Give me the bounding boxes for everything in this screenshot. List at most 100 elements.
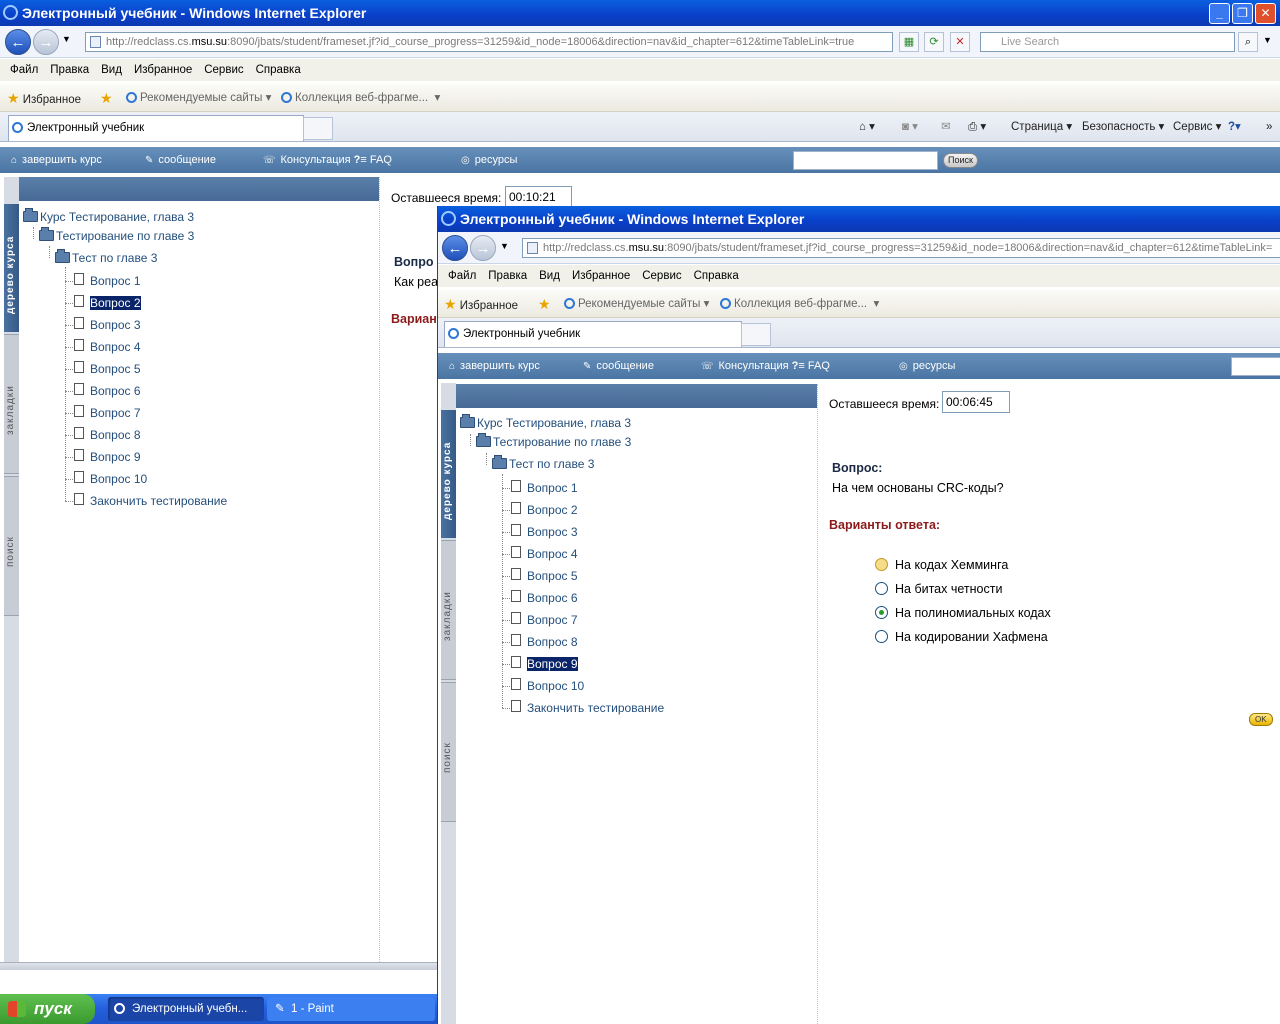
menu-tools[interactable]: Сервис bbox=[636, 265, 687, 287]
tree-question-10[interactable]: Вопрос 10 bbox=[74, 471, 147, 487]
maximize-button[interactable]: ❐ bbox=[1232, 3, 1253, 24]
answer-option-2[interactable]: На битах четности bbox=[875, 581, 1002, 597]
print-icon[interactable]: ⎙ ▾ bbox=[968, 112, 986, 142]
tab-electronic-textbook[interactable]: Электронный учебник bbox=[444, 321, 742, 347]
consultation-button[interactable]: ☏ Консультация ?≡ FAQ bbox=[263, 147, 392, 174]
ok-button[interactable]: OK bbox=[1249, 713, 1273, 726]
tree-question-4[interactable]: Вопрос 4 bbox=[511, 546, 578, 562]
menu-favorites[interactable]: Избранное bbox=[128, 59, 198, 81]
tab-electronic-textbook[interactable]: Электронный учебник bbox=[8, 115, 304, 141]
url-field[interactable]: http://redclass.cs.msu.su:8090/jbats/stu… bbox=[85, 32, 893, 52]
answer-option-4[interactable]: На кодировании Хафмена bbox=[875, 629, 1048, 645]
tree-question-10[interactable]: Вопрос 10 bbox=[511, 678, 584, 694]
menu-favorites[interactable]: Избранное bbox=[566, 265, 636, 287]
web-slice-gallery-link[interactable]: Коллекция веб-фрагме... ▾ bbox=[281, 84, 440, 112]
tree-question-1[interactable]: Вопрос 1 bbox=[511, 480, 578, 496]
tab-course-tree[interactable]: дерево курса bbox=[4, 204, 19, 332]
radio-button[interactable] bbox=[875, 582, 888, 595]
end-course-button[interactable]: ⌂ завершить курс bbox=[449, 353, 540, 380]
radio-button[interactable] bbox=[875, 606, 888, 619]
tab-bookmarks[interactable]: закладки bbox=[441, 540, 456, 680]
suggested-sites-link[interactable]: Рекомендуемые сайты ▾ bbox=[564, 290, 709, 318]
tree-question-7[interactable]: Вопрос 7 bbox=[511, 612, 578, 628]
message-button[interactable]: ✎ сообщение bbox=[145, 147, 216, 174]
tree-question-6[interactable]: Вопрос 6 bbox=[74, 383, 141, 399]
home-icon[interactable]: ⌂ ▾ bbox=[859, 112, 875, 142]
compat-view-icon[interactable]: ▦ bbox=[899, 32, 919, 52]
tree-question-1[interactable]: Вопрос 1 bbox=[74, 273, 141, 289]
history-chevron-icon[interactable]: ▼ bbox=[62, 34, 71, 44]
tree-question-5[interactable]: Вопрос 5 bbox=[74, 361, 141, 377]
resources-button[interactable]: ◎ ресурсы bbox=[461, 147, 517, 174]
tree-question-3[interactable]: Вопрос 3 bbox=[74, 317, 141, 333]
tree-section[interactable]: Тестирование по главе 3 bbox=[39, 227, 194, 244]
minimize-button[interactable]: _ bbox=[1209, 3, 1230, 24]
refresh-icon[interactable]: ⟳ bbox=[924, 32, 944, 52]
tree-question-8[interactable]: Вопрос 8 bbox=[74, 427, 141, 443]
web-slice-gallery-link[interactable]: Коллекция веб-фрагме... ▾ bbox=[720, 290, 879, 318]
menu-edit[interactable]: Правка bbox=[482, 265, 533, 287]
menu-view[interactable]: Вид bbox=[95, 59, 128, 81]
tree-section[interactable]: Тестирование по главе 3 bbox=[476, 433, 631, 450]
favorites-button[interactable]: ★ Избранное bbox=[444, 290, 518, 320]
new-tab-button[interactable] bbox=[741, 323, 771, 346]
menu-file[interactable]: Файл bbox=[442, 265, 482, 287]
mail-icon[interactable]: ✉ bbox=[941, 112, 951, 142]
menu-file[interactable]: Файл bbox=[4, 59, 44, 81]
tree-course[interactable]: Курс Тестирование, глава 3 bbox=[460, 414, 631, 431]
add-favorite-icon[interactable]: ★ bbox=[538, 290, 551, 320]
window-titlebar[interactable]: Электронный учебник - Windows Internet E… bbox=[438, 206, 1280, 232]
message-button[interactable]: ✎ сообщение bbox=[583, 353, 654, 380]
tree-course[interactable]: Курс Тестирование, глава 3 bbox=[23, 208, 194, 225]
url-field[interactable]: http://redclass.cs.msu.su:8090/jbats/stu… bbox=[522, 238, 1280, 258]
safety-menu[interactable]: Безопасность ▾ bbox=[1082, 112, 1164, 142]
forward-icon[interactable]: → bbox=[470, 235, 496, 261]
tree-question-4[interactable]: Вопрос 4 bbox=[74, 339, 141, 355]
search-icon[interactable]: ⌕ bbox=[1238, 32, 1258, 52]
back-icon[interactable]: ← bbox=[5, 29, 31, 55]
tree-question-9[interactable]: Вопрос 9 bbox=[74, 449, 141, 465]
help-icon[interactable]: ?▾ bbox=[1228, 112, 1241, 142]
history-chevron-icon[interactable]: ▼ bbox=[500, 241, 509, 251]
tree-question-2[interactable]: Вопрос 2 bbox=[74, 295, 142, 311]
horizontal-scrollbar[interactable] bbox=[0, 962, 437, 970]
back-icon[interactable]: ← bbox=[442, 235, 468, 261]
taskbar-item-browser[interactable]: Электронный учебн... bbox=[108, 997, 264, 1021]
tools-menu[interactable]: Сервис ▾ bbox=[1173, 112, 1221, 142]
tree-finish-test[interactable]: Закончить тестирование bbox=[74, 493, 227, 509]
tree-question-6[interactable]: Вопрос 6 bbox=[511, 590, 578, 606]
tree-test[interactable]: Тест по главе 3 bbox=[55, 249, 157, 266]
menu-help[interactable]: Справка bbox=[250, 59, 307, 81]
tab-course-tree[interactable]: дерево курса bbox=[441, 410, 456, 538]
forward-icon[interactable]: → bbox=[33, 29, 59, 55]
tab-bookmarks[interactable]: закладки bbox=[4, 334, 19, 474]
menu-help[interactable]: Справка bbox=[688, 265, 745, 287]
tree-question-3[interactable]: Вопрос 3 bbox=[511, 524, 578, 540]
favorites-button[interactable]: ★ Избранное bbox=[7, 84, 81, 114]
radio-button[interactable] bbox=[875, 630, 888, 643]
menu-edit[interactable]: Правка bbox=[44, 59, 95, 81]
feeds-icon[interactable]: ◙ ▾ bbox=[902, 112, 918, 142]
start-button[interactable]: пуск bbox=[0, 994, 95, 1024]
live-search-input[interactable]: Live Search bbox=[980, 32, 1235, 52]
window-titlebar[interactable]: Электронный учебник - Windows Internet E… bbox=[0, 0, 1280, 26]
radio-button[interactable] bbox=[875, 558, 888, 571]
tab-search[interactable]: поиск bbox=[4, 476, 19, 616]
menu-tools[interactable]: Сервис bbox=[198, 59, 249, 81]
tree-question-7[interactable]: Вопрос 7 bbox=[74, 405, 141, 421]
tree-question-8[interactable]: Вопрос 8 bbox=[511, 634, 578, 650]
tab-search[interactable]: поиск bbox=[441, 682, 456, 822]
more-commands-icon[interactable]: » bbox=[1266, 112, 1272, 142]
tree-question-2[interactable]: Вопрос 2 bbox=[511, 502, 578, 518]
tree-question-9[interactable]: Вопрос 9 bbox=[511, 656, 579, 672]
add-favorite-icon[interactable]: ★ bbox=[100, 84, 113, 114]
end-course-button[interactable]: ⌂ завершить курс bbox=[11, 147, 102, 174]
consultation-button[interactable]: ☏ Консультация ?≡ FAQ bbox=[701, 353, 830, 380]
resources-button[interactable]: ◎ ресурсы bbox=[899, 353, 955, 380]
tree-question-5[interactable]: Вопрос 5 bbox=[511, 568, 578, 584]
suggested-sites-link[interactable]: Рекомендуемые сайты ▾ bbox=[126, 84, 271, 112]
search-options-chevron-icon[interactable]: ▼ bbox=[1263, 35, 1272, 45]
tree-test[interactable]: Тест по главе 3 bbox=[492, 455, 594, 472]
answer-option-1[interactable]: На кодах Хемминга bbox=[875, 557, 1008, 573]
tree-finish-test[interactable]: Закончить тестирование bbox=[511, 700, 664, 716]
